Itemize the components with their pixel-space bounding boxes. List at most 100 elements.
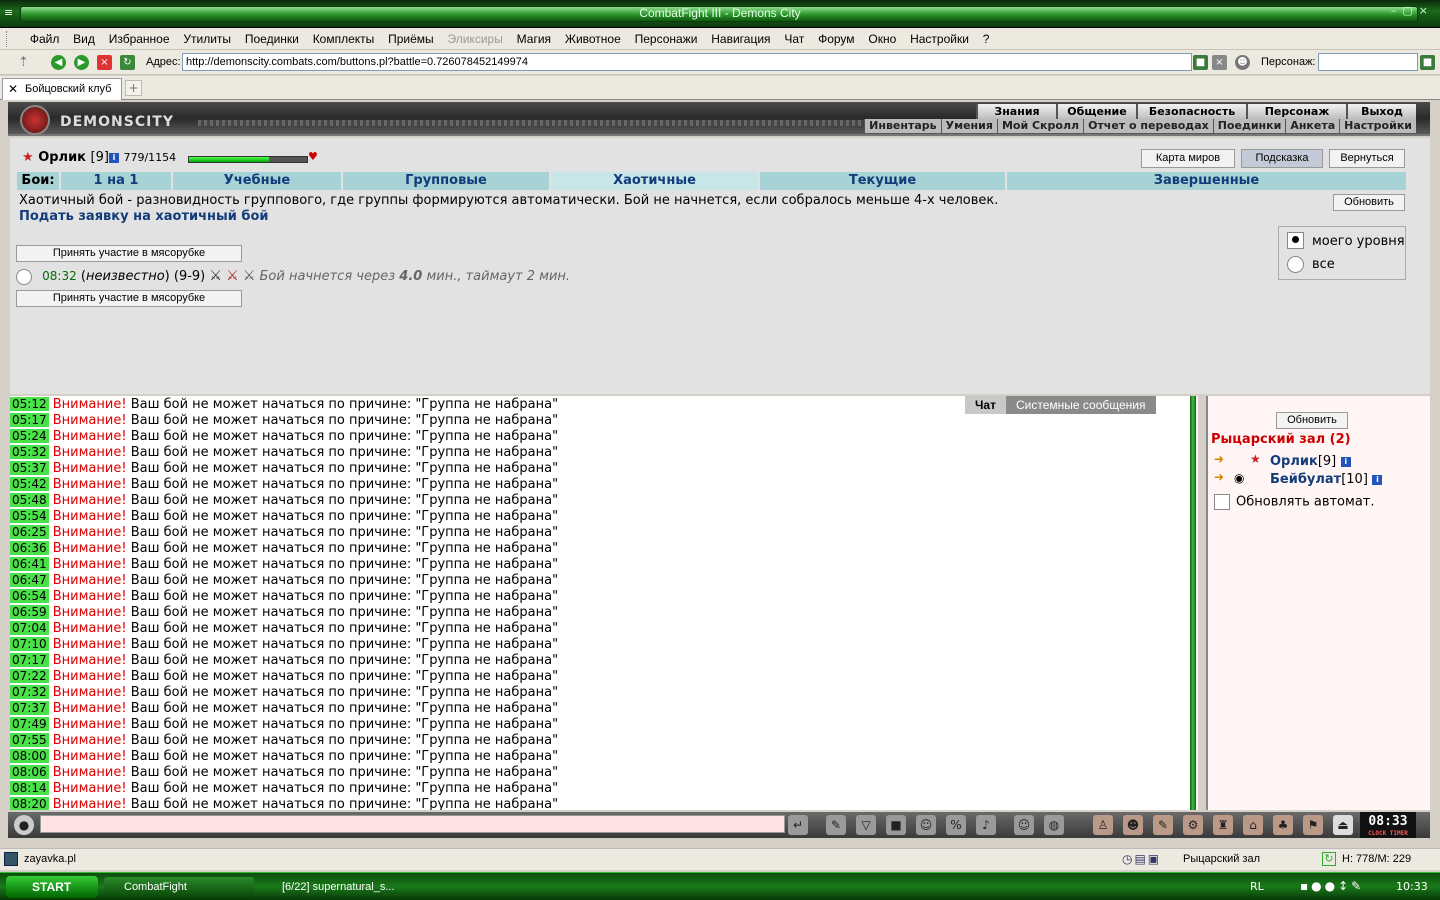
task-player[interactable]: [6/22] supernatural_s...: [262, 877, 412, 897]
message-time[interactable]: 05:48: [10, 493, 49, 507]
message-time[interactable]: 07:37: [10, 701, 49, 715]
group-icon[interactable]: ♣: [1273, 815, 1293, 835]
message-time[interactable]: 07:49: [10, 717, 49, 731]
reload-status-icon[interactable]: ↻: [1322, 852, 1336, 866]
task-combatfight[interactable]: CombatFight: [104, 877, 254, 897]
message-time[interactable]: 08:14: [10, 781, 49, 795]
flag-icon[interactable]: ⚑: [1303, 815, 1323, 835]
close-tab-icon[interactable]: ✕: [8, 79, 18, 99]
player-name[interactable]: Орлик: [38, 150, 86, 165]
message-time[interactable]: 07:10: [10, 637, 49, 651]
nav-character[interactable]: Персонаж: [1246, 104, 1346, 119]
users-icon[interactable]: ☻: [1235, 55, 1250, 70]
room-user[interactable]: Бейбулат[10] i: [1270, 472, 1383, 487]
menu-favorites[interactable]: Избранное: [104, 28, 175, 50]
message-time[interactable]: 06:54: [10, 589, 49, 603]
nav-communication[interactable]: Общение: [1056, 104, 1136, 119]
tab-system-messages[interactable]: Системные сообщения: [1005, 396, 1156, 414]
nav-fights[interactable]: Поединки: [1212, 119, 1286, 133]
menu-techniques[interactable]: Приёмы: [383, 28, 439, 50]
menu-view[interactable]: Вид: [68, 28, 100, 50]
nav-profile[interactable]: Анкета: [1285, 119, 1339, 133]
nav-inventory[interactable]: Инвентарь: [864, 119, 940, 133]
chat-log[interactable]: 05:12 Внимание! Ваш бой не может начатьс…: [10, 396, 1198, 810]
message-time[interactable]: 07:32: [10, 685, 49, 699]
eraser-icon[interactable]: ✎: [826, 815, 846, 835]
nav-skills[interactable]: Умения: [940, 119, 997, 133]
tab-current[interactable]: Текущие: [760, 172, 1007, 190]
message-time[interactable]: 05:24: [10, 429, 49, 443]
send-icon[interactable]: ↵: [788, 815, 808, 835]
tab-fight-club[interactable]: ✕ Бойцовский клуб: [2, 78, 122, 100]
tab-finished[interactable]: Завершенные: [1007, 172, 1406, 190]
menu-sets[interactable]: Комплекты: [308, 28, 380, 50]
filter-icon[interactable]: ▽: [856, 815, 876, 835]
room-refresh-button[interactable]: Обновить: [1276, 412, 1348, 429]
exit-icon[interactable]: ⏏: [1333, 815, 1353, 835]
new-tab-icon[interactable]: +: [125, 80, 142, 96]
info-icon[interactable]: i: [108, 152, 119, 163]
message-time[interactable]: 05:12: [10, 397, 49, 411]
message-time[interactable]: 07:55: [10, 733, 49, 747]
menu-chat[interactable]: Чат: [779, 28, 809, 50]
message-time[interactable]: 05:54: [10, 509, 49, 523]
world-map-button[interactable]: Карта миров: [1141, 149, 1235, 168]
close-icon[interactable]: ×: [1419, 4, 1434, 17]
filter-my-level-radio[interactable]: [1287, 232, 1304, 249]
clear-icon[interactable]: ×: [1212, 55, 1227, 70]
filter-all-radio[interactable]: [1287, 256, 1304, 273]
save-icon[interactable]: ■: [886, 815, 906, 835]
menu-fights[interactable]: Поединки: [240, 28, 304, 50]
refresh-button[interactable]: Обновить: [1333, 194, 1405, 211]
private-message-icon[interactable]: ➜: [1214, 452, 1224, 466]
address-input[interactable]: http://demonscity.combats.com/buttons.pl…: [182, 53, 1192, 71]
message-time[interactable]: 07:04: [10, 621, 49, 635]
minimize-icon[interactable]: –: [1391, 4, 1403, 17]
nav-knowledge[interactable]: Знания: [976, 104, 1056, 119]
chat-input[interactable]: [40, 815, 785, 833]
message-time[interactable]: 07:17: [10, 653, 49, 667]
language-indicator[interactable]: RL: [1250, 880, 1264, 893]
nav-settings[interactable]: Настройки: [1339, 119, 1416, 133]
forward-icon[interactable]: ▶: [74, 55, 89, 70]
nav-security[interactable]: Безопасность: [1136, 104, 1246, 119]
message-time[interactable]: 08:00: [10, 749, 49, 763]
tab-group[interactable]: Групповые: [343, 172, 551, 190]
join-meatgrinder-button-top[interactable]: Принять участие в мясорубке: [16, 245, 242, 262]
menu-characters[interactable]: Персонажи: [630, 28, 703, 50]
message-time[interactable]: 06:47: [10, 573, 49, 587]
apply-chaotic-link[interactable]: Подать заявку на хаотичный бой: [19, 209, 269, 224]
smiley-icon[interactable]: ☺: [1014, 815, 1034, 835]
menu-window[interactable]: Окно: [863, 28, 901, 50]
tab-chat[interactable]: Чат: [965, 396, 1006, 414]
sound-icon[interactable]: ♪: [976, 815, 996, 835]
message-time[interactable]: 05:17: [10, 413, 49, 427]
speech-icon[interactable]: ●: [14, 815, 34, 835]
nav-transfer-report[interactable]: Отчет о переводах: [1083, 119, 1213, 133]
auto-refresh-checkbox[interactable]: [1214, 494, 1230, 510]
message-time[interactable]: 06:41: [10, 557, 49, 571]
fight-select-radio[interactable]: [16, 268, 32, 285]
private-message-icon[interactable]: ➜: [1214, 470, 1224, 484]
message-time[interactable]: 08:06: [10, 765, 49, 779]
nav-my-scroll[interactable]: Мой Скролл: [996, 119, 1083, 133]
house-icon[interactable]: ⌂: [1243, 815, 1263, 835]
bag-icon[interactable]: ♙: [1093, 815, 1113, 835]
message-time[interactable]: 05:32: [10, 445, 49, 459]
quest-icon[interactable]: ⚙: [1183, 815, 1203, 835]
window-controls[interactable]: –▢×: [1334, 4, 1434, 22]
tray-icons[interactable]: ▪●●↕✎: [1300, 879, 1364, 893]
nav-exit[interactable]: Выход: [1346, 104, 1416, 119]
join-meatgrinder-button-bottom[interactable]: Принять участие в мясорубке: [16, 290, 242, 307]
people-icon[interactable]: ☺: [916, 815, 936, 835]
room-user[interactable]: Орлик[9] i: [1270, 454, 1351, 469]
tab-chaotic[interactable]: Хаотичные: [551, 172, 760, 190]
percent-icon[interactable]: %: [946, 815, 966, 835]
message-time[interactable]: 05:37: [10, 461, 49, 475]
status-icons[interactable]: ◷▤▣: [1122, 852, 1176, 868]
menu-help[interactable]: ?: [978, 28, 995, 50]
tab-training[interactable]: Учебные: [173, 172, 343, 190]
start-button[interactable]: START: [6, 876, 98, 898]
persona-go-icon[interactable]: ■: [1420, 55, 1435, 70]
chat-scrollbar[interactable]: [1190, 396, 1196, 810]
